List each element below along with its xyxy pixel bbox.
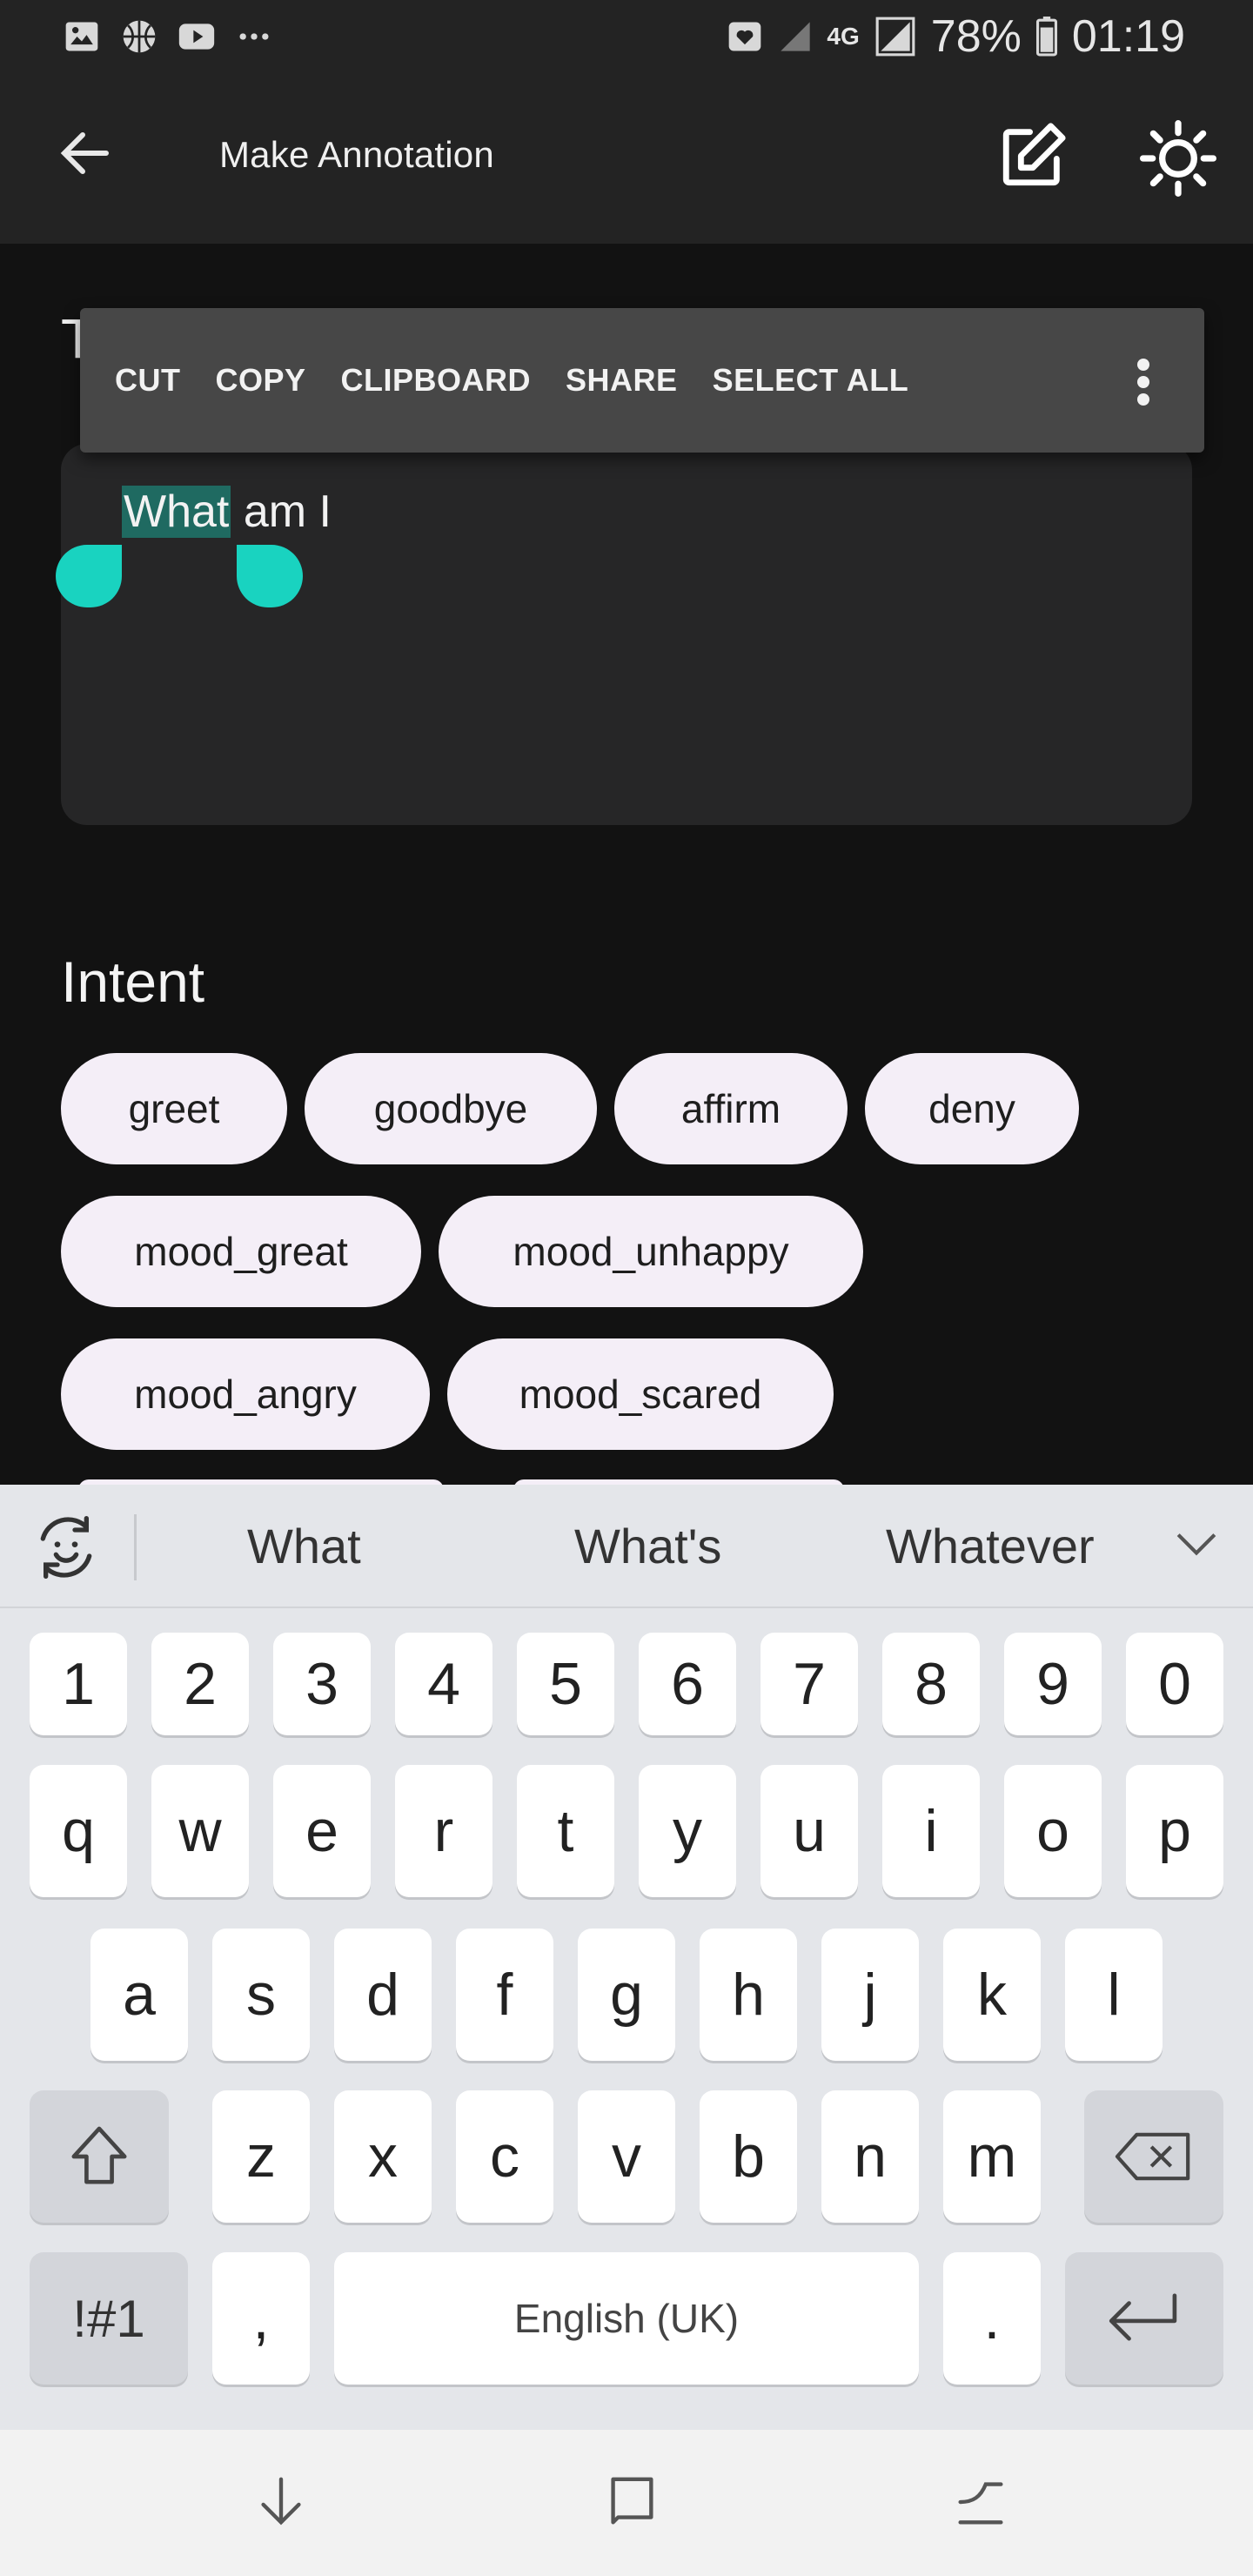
more-options-icon[interactable]: [1135, 359, 1152, 406]
key-b[interactable]: b: [700, 2090, 797, 2223]
gallery-icon: [65, 22, 98, 51]
key-g[interactable]: g: [578, 1929, 675, 2061]
home-icon[interactable]: [600, 2472, 661, 2532]
intent-heading: Intent: [61, 949, 205, 1014]
key-m[interactable]: m: [943, 2090, 1041, 2223]
edit-icon[interactable]: [997, 120, 1069, 191]
chip-deny[interactable]: deny: [865, 1053, 1079, 1164]
key-x[interactable]: x: [334, 2090, 432, 2223]
chip-affirm[interactable]: affirm: [614, 1053, 848, 1164]
shift-key[interactable]: [30, 2090, 169, 2223]
key-l[interactable]: l: [1065, 1929, 1163, 2061]
suggestion-1[interactable]: What: [247, 1518, 361, 1574]
key-z[interactable]: z: [212, 2090, 310, 2223]
chip-mood-great[interactable]: mood_great: [61, 1196, 421, 1307]
key-6[interactable]: 6: [639, 1633, 736, 1735]
clipboard-menu-item[interactable]: CLIPBOARD: [341, 362, 566, 399]
chip-mood-scared[interactable]: mood_scared: [447, 1338, 834, 1450]
symbols-key[interactable]: !#1: [30, 2252, 188, 2385]
more-dots-icon: [239, 33, 269, 40]
key-0[interactable]: 0: [1126, 1633, 1223, 1735]
selection-end-handle[interactable]: [237, 545, 303, 607]
backspace-key[interactable]: [1084, 2090, 1223, 2223]
enter-icon: [1109, 2293, 1177, 2341]
key-y[interactable]: y: [639, 1765, 736, 1897]
key-9[interactable]: 9: [1004, 1633, 1102, 1735]
key-k[interactable]: k: [943, 1929, 1041, 2061]
key-d[interactable]: d: [334, 1929, 432, 2061]
status-right: 4G 78% 01:19: [726, 9, 1185, 64]
unselected-text: am I: [231, 486, 332, 537]
chip-goodbye[interactable]: goodbye: [305, 1053, 597, 1164]
signal-strength-icon: [875, 17, 915, 57]
selected-text: What: [122, 486, 231, 538]
chip-greet[interactable]: greet: [61, 1053, 287, 1164]
key-i[interactable]: i: [882, 1765, 980, 1897]
space-key[interactable]: English (UK): [334, 2252, 919, 2385]
key-3[interactable]: 3: [273, 1633, 371, 1735]
key-w[interactable]: w: [151, 1765, 249, 1897]
key-5[interactable]: 5: [517, 1633, 614, 1735]
suggestion-2[interactable]: What's: [574, 1518, 721, 1574]
key-q[interactable]: q: [30, 1765, 127, 1897]
enter-key[interactable]: [1065, 2252, 1223, 2385]
emoji-refresh-icon[interactable]: [31, 1513, 101, 1582]
key-8[interactable]: 8: [882, 1633, 980, 1735]
key-r[interactable]: r: [395, 1765, 492, 1897]
key-e[interactable]: e: [273, 1765, 371, 1897]
key-v[interactable]: v: [578, 2090, 675, 2223]
key-u[interactable]: u: [761, 1765, 858, 1897]
network-type: 4G: [827, 23, 860, 50]
chip-mood-angry[interactable]: mood_angry: [61, 1338, 430, 1450]
back-arrow-icon[interactable]: [54, 122, 117, 184]
suggestion-divider: [134, 1514, 137, 1580]
clock: 01:19: [1071, 11, 1185, 62]
key-a[interactable]: a: [90, 1929, 188, 2061]
select-all-menu-item[interactable]: SELECT ALL: [713, 362, 944, 399]
key-4[interactable]: 4: [395, 1633, 492, 1735]
signal-icon: [781, 22, 811, 51]
key-o[interactable]: o: [1004, 1765, 1102, 1897]
key-j[interactable]: j: [821, 1929, 919, 2061]
key-c[interactable]: c: [456, 2090, 553, 2223]
youtube-icon: [178, 23, 215, 50]
text-context-menu: CUT COPY CLIPBOARD SHARE SELECT ALL: [80, 308, 1204, 453]
text-input-content[interactable]: What am I: [122, 486, 332, 538]
status-left-icons: [63, 12, 273, 61]
key-1[interactable]: 1: [30, 1633, 127, 1735]
hide-keyboard-icon[interactable]: [251, 2472, 312, 2532]
key-p[interactable]: p: [1126, 1765, 1223, 1897]
chip-mood-unhappy[interactable]: mood_unhappy: [439, 1196, 863, 1307]
key-f[interactable]: f: [456, 1929, 553, 2061]
shift-arrow-icon: [71, 2126, 127, 2184]
chevron-down-icon[interactable]: [1175, 1526, 1218, 1561]
basketball-icon: [123, 20, 156, 53]
comma-key[interactable]: ,: [212, 2252, 310, 2385]
suggestion-3[interactable]: Whatever: [886, 1518, 1095, 1574]
cut-menu-item[interactable]: CUT: [80, 362, 216, 399]
backspace-icon: [1115, 2132, 1190, 2181]
brightness-icon[interactable]: [1140, 120, 1216, 197]
copy-menu-item[interactable]: COPY: [216, 362, 341, 399]
period-key[interactable]: .: [943, 2252, 1041, 2385]
recents-icon[interactable]: [950, 2472, 1011, 2532]
key-7[interactable]: 7: [761, 1633, 858, 1735]
key-s[interactable]: s: [212, 1929, 310, 2061]
share-menu-item[interactable]: SHARE: [566, 362, 713, 399]
key-h[interactable]: h: [700, 1929, 797, 2061]
battery-icon: [1035, 17, 1057, 57]
key-t[interactable]: t: [517, 1765, 614, 1897]
battery-percent: 78%: [930, 11, 1022, 62]
notification-icon: [729, 22, 761, 51]
page-title: Make Annotation: [219, 134, 494, 175]
key-2[interactable]: 2: [151, 1633, 249, 1735]
selection-start-handle[interactable]: [56, 545, 122, 607]
key-n[interactable]: n: [821, 2090, 919, 2223]
